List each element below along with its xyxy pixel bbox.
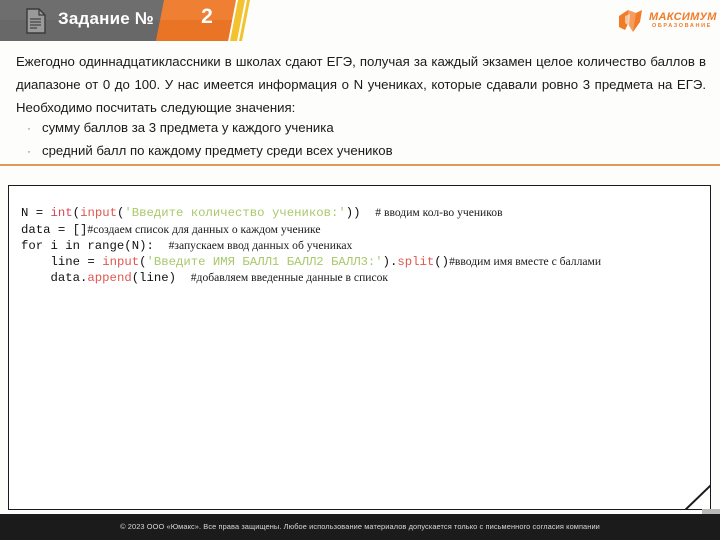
bullet-icon: · (27, 146, 31, 158)
code-token: #запускаем ввод данных об учениках (168, 238, 353, 252)
list-item-label: сумму баллов за 3 предмета у каждого уче… (42, 120, 334, 135)
code-token: 'Введите ИМЯ БАЛЛ1 БАЛЛ2 БАЛЛ3:' (146, 255, 383, 270)
code-token: )) (345, 206, 376, 221)
bullet-icon: · (27, 123, 31, 135)
task-number-badge: 2 (201, 5, 213, 28)
code-token: (line) (131, 271, 191, 286)
code-token: ( (72, 206, 81, 221)
logo-wordmark: МАКСИМУМ (649, 11, 717, 23)
code-token: 'Введите количество учеников:' (124, 206, 346, 221)
slide-header: Задание № 2 МАКСИМУМ ОБРАЗОВАНИЕ (0, 0, 720, 41)
logo-mark-icon (616, 8, 646, 34)
page-title: Задание № (58, 9, 154, 28)
problem-statement: Ежегодно одиннадцатиклассники в школах с… (16, 54, 706, 115)
code-token: split (397, 255, 435, 270)
code-token: data = [] (21, 222, 88, 237)
code-block-panel: N = int(input('Введите количество ученик… (8, 185, 711, 510)
code-token: N = (21, 206, 51, 221)
code-token: data. (21, 271, 88, 286)
section-divider (0, 164, 720, 166)
code-token: input (102, 255, 140, 270)
code-token: #вводим имя вместе с баллами (449, 255, 602, 269)
code-token: for i in range(N): (21, 238, 169, 253)
brand-logo: МАКСИМУМ ОБРАЗОВАНИЕ (616, 8, 716, 34)
copyright-text: © 2023 ООО «Юмакс». Все права защищены. … (120, 522, 600, 531)
document-icon (25, 8, 47, 34)
code-token: () (434, 255, 450, 270)
code-listing: N = int(input('Введите количество ученик… (21, 205, 601, 286)
code-token: line = (21, 255, 103, 270)
requirements-list: · сумму баллов за 3 предмета у каждого у… (16, 117, 656, 163)
list-item: · средний балл по каждому предмету среди… (16, 140, 656, 163)
code-token: int (50, 206, 73, 221)
corner-fold-cut (675, 474, 710, 509)
list-item: · сумму баллов за 3 предмета у каждого у… (16, 117, 656, 140)
code-token: #добавляем введенные данные в список (190, 271, 389, 285)
code-token: # вводим кол-во учеников (375, 206, 503, 220)
slide-footer: © 2023 ООО «Юмакс». Все права защищены. … (0, 514, 720, 540)
code-token: #создаем список для данных о каждом учен… (87, 222, 321, 236)
code-token: append (87, 271, 132, 286)
code-token: input (80, 206, 117, 221)
logo-subtitle: ОБРАЗОВАНИЕ (652, 23, 712, 29)
list-item-label: средний балл по каждому предмету среди в… (42, 143, 393, 158)
code-token: ). (382, 255, 398, 270)
